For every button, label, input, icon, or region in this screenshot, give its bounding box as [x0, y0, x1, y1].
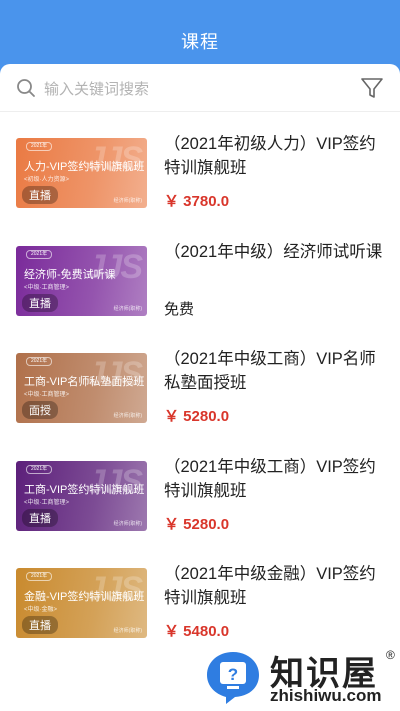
- course-type-tag: 直播: [22, 508, 58, 527]
- watermark-logo-icon: ?: [207, 652, 259, 704]
- thumbnail-brand: 经济师(职称): [113, 413, 142, 419]
- course-item[interactable]: JJS 2021年 工商-VIP名师私塾面授班 <中级·工商管理> 面授 经济师…: [0, 327, 400, 435]
- course-price: ￥ 3780.0: [164, 193, 230, 210]
- course-type-tag: 直播: [22, 616, 58, 634]
- filter-icon[interactable]: [360, 76, 384, 100]
- thumbnail-subtitle: <初级·人力资源>: [24, 177, 70, 183]
- thumbnail-year: 2021年: [26, 142, 53, 151]
- thumbnail-brand: 经济师(职称): [113, 628, 142, 634]
- search-icon: [17, 79, 35, 97]
- course-price: ￥ 5480.0: [164, 623, 230, 640]
- course-title[interactable]: （2021年中级金融）VIP签约特训旗舰班: [164, 562, 386, 610]
- course-thumbnail[interactable]: JJS 2021年 经济师-免费试听课 <中级·工商管理> 直播 经济师(职称): [16, 245, 147, 316]
- thumbnail-brand: 经济师(职称): [113, 520, 142, 527]
- thumbnail-year: 2021年: [26, 572, 53, 581]
- thumbnail-subtitle: <中级·工商管理>: [24, 499, 70, 506]
- course-price: ￥ 5280.0: [164, 515, 230, 533]
- course-type-tag: 直播: [22, 293, 58, 312]
- course-type-tag: 面授: [22, 401, 58, 419]
- course-item[interactable]: JJS 2021年 经济师-免费试听课 <中级·工商管理> 直播 经济师(职称)…: [0, 220, 400, 328]
- course-price: ￥ 5280.0: [164, 408, 230, 425]
- course-item[interactable]: JJS 2021年 工商-VIP签约特训旗舰班 <中级·工商管理> 直播 经济师…: [0, 435, 400, 543]
- course-title[interactable]: （2021年中级）经济师试听课: [164, 240, 386, 264]
- search-input[interactable]: 输入关键词搜索: [44, 78, 149, 99]
- course-type-tag: 直播: [22, 186, 58, 204]
- thumbnail-year: 2021年: [26, 249, 53, 259]
- course-title[interactable]: （2021年中级工商）VIP签约特训旗舰班: [164, 455, 386, 503]
- thumbnail-year: 2021年: [26, 464, 53, 474]
- course-item[interactable]: JJS 2021年 人力-VIP签约特训旗舰班 <初级·人力资源> 直播 经济师…: [0, 112, 400, 220]
- thumbnail-title: 工商-VIP名师私塾面授班: [24, 376, 145, 388]
- thumbnail-title: 金融-VIP签约特训旗舰班: [24, 591, 145, 603]
- course-thumbnail[interactable]: JJS 2021年 人力-VIP签约特训旗舰班 <初级·人力资源> 直播 经济师…: [16, 138, 147, 208]
- course-item[interactable]: JJS 2021年 金融-VIP签约特训旗舰班 <中级·金融> 直播 经济师(职…: [0, 542, 400, 650]
- watermark-registered-mark: ®: [386, 648, 395, 662]
- course-thumbnail[interactable]: JJS 2021年 金融-VIP签约特训旗舰班 <中级·金融> 直播 经济师(职…: [16, 568, 147, 638]
- thumbnail-subtitle: <中级·工商管理>: [24, 284, 70, 291]
- course-title[interactable]: （2021年初级人力）VIP签约特训旗舰班: [164, 132, 386, 180]
- thumbnail-title: 工商-VIP签约特训旗舰班: [24, 483, 145, 496]
- thumbnail-subtitle: <中级·工商管理>: [24, 392, 70, 398]
- thumbnail-title: 经济师-免费试听课: [24, 268, 116, 281]
- course-title[interactable]: （2021年中级工商）VIP名师私塾面授班: [164, 347, 386, 395]
- thumbnail-subtitle: <中级·金融>: [24, 607, 58, 613]
- page-title: 课程: [181, 32, 219, 52]
- svg-text:?: ?: [228, 665, 238, 684]
- course-thumbnail[interactable]: JJS 2021年 工商-VIP签约特训旗舰班 <中级·工商管理> 直播 经济师…: [16, 460, 147, 531]
- thumbnail-brand: 经济师(职称): [113, 305, 142, 312]
- thumbnail-brand: 经济师(职称): [113, 198, 142, 204]
- thumbnail-title: 人力-VIP签约特训旗舰班: [24, 161, 145, 173]
- search-bar[interactable]: 输入关键词搜索: [0, 64, 400, 112]
- course-price: 免费: [164, 300, 195, 318]
- course-thumbnail[interactable]: JJS 2021年 工商-VIP名师私塾面授班 <中级·工商管理> 面授 经济师…: [16, 353, 147, 423]
- watermark-url: zhishiwu.com: [270, 686, 382, 705]
- thumbnail-year: 2021年: [26, 357, 53, 366]
- course-list: JJS 2021年 人力-VIP签约特训旗舰班 <初级·人力资源> 直播 经济师…: [0, 112, 400, 650]
